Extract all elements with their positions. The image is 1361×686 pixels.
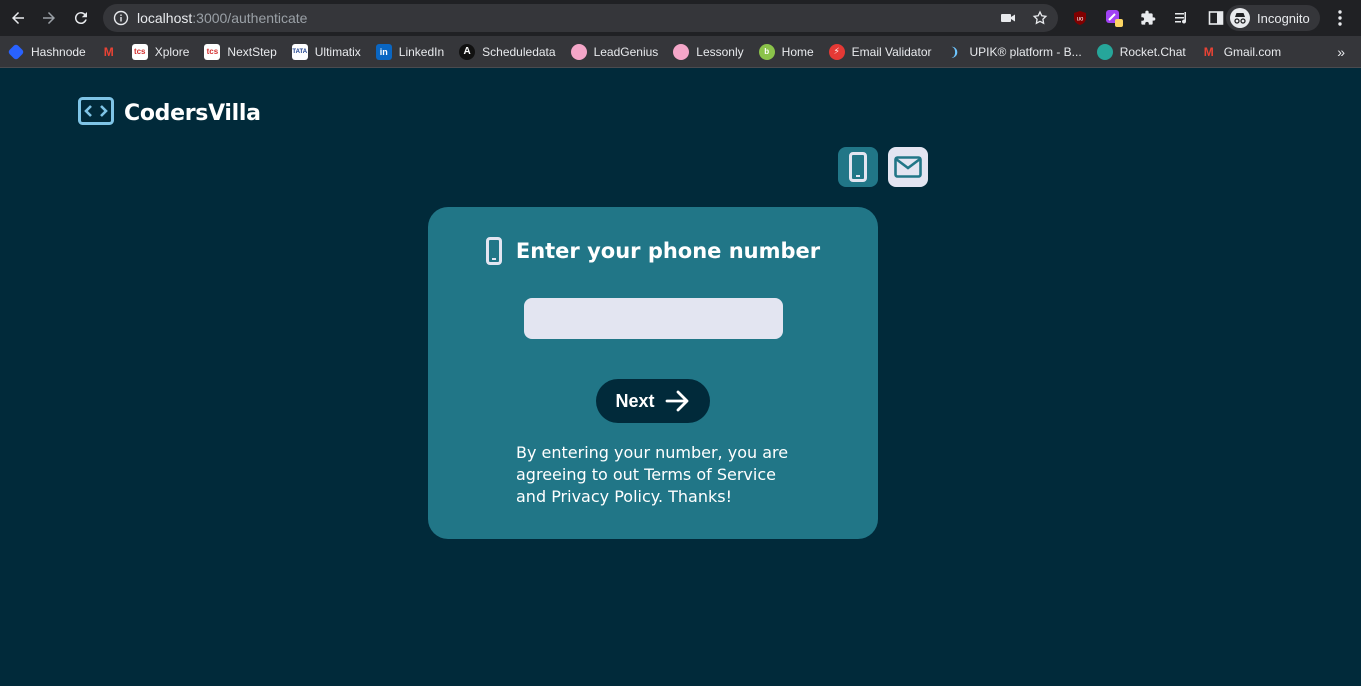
bookmark-label: Hashnode (31, 44, 86, 59)
more-bookmarks-button[interactable]: » (1337, 44, 1345, 60)
bookmark-label: Email Validator (851, 44, 932, 59)
svg-text:uo: uo (1077, 17, 1084, 23)
tata-icon: TATA (291, 43, 308, 60)
gmail-icon: M (1203, 44, 1214, 59)
envelope-icon (894, 156, 922, 178)
next-button-label: Next (615, 390, 655, 411)
brand-logo[interactable]: CodersVilla (78, 97, 261, 130)
bookmark-label: NextStep (227, 44, 277, 59)
bookmark-home[interactable]: b Home (758, 43, 814, 60)
home-icon: b (758, 43, 775, 60)
bookmark-xplore[interactable]: tcs Xplore (131, 43, 190, 60)
profile-label: Incognito (1257, 10, 1310, 26)
arrow-right-icon (43, 12, 55, 24)
bookmark-label: LinkedIn (398, 44, 445, 59)
bookmarks-bar: Hashnode M tcs Xplore tcs NextStep TATA … (0, 36, 1361, 68)
bookmark-label: Lessonly (696, 44, 744, 59)
reload-icon (74, 12, 87, 25)
media-queue-icon[interactable] (1170, 6, 1194, 30)
bookmark-label: UPIK® platform - B... (969, 44, 1082, 59)
color-picker-extension-icon[interactable] (1102, 6, 1126, 30)
phone-auth-card: Enter your phone number Next By entering… (428, 207, 878, 539)
gmail-icon: M (103, 44, 114, 59)
hashnode-icon (7, 43, 25, 60)
bookmark-label: Scheduledata (482, 44, 556, 59)
brain-icon (673, 43, 690, 60)
linkedin-icon: in (375, 43, 392, 60)
bolt-icon: ⚡ (828, 43, 845, 60)
forward-button[interactable] (37, 6, 61, 30)
brain-icon (570, 43, 587, 60)
bookmark-scheduledata[interactable]: A Scheduledata (459, 43, 556, 60)
bookmark-label: Gmail.com (1223, 44, 1282, 59)
url-host: localhost (137, 10, 193, 26)
bookmark-ultimatix[interactable]: TATA Ultimatix (291, 43, 361, 60)
next-button[interactable]: Next (596, 379, 710, 423)
bookmark-label: Ultimatix (314, 44, 361, 59)
smartphone-icon (485, 237, 502, 265)
bookmark-label: Rocket.Chat (1119, 44, 1186, 59)
bookmark-lessonly[interactable]: Lessonly (673, 43, 744, 60)
phone-number-input[interactable] (524, 298, 783, 339)
rocketchat-icon (1096, 43, 1113, 60)
reload-button[interactable] (69, 6, 93, 30)
brand-name: CodersVilla (124, 101, 261, 126)
site-info-icon[interactable] (113, 10, 129, 26)
terms-text: By entering your number, you are agreein… (516, 443, 789, 506)
page-content: CodersVilla Enter your phone number Next… (0, 69, 1361, 686)
bookmark-label: Home (781, 44, 814, 59)
arrow-left-icon (12, 12, 24, 24)
bookmark-gmail-com[interactable]: M Gmail.com (1201, 44, 1281, 60)
tcs-icon: tcs (204, 43, 221, 60)
bookmark-nextstep[interactable]: tcs NextStep (204, 43, 277, 60)
bookmark-email-validator[interactable]: ⚡ Email Validator (828, 43, 932, 60)
address-bar[interactable]: localhost:3000/authenticate (103, 4, 1058, 32)
tcs-icon: tcs (131, 43, 148, 60)
browser-toolbar: localhost:3000/authenticate uo Incognito (0, 0, 1361, 36)
bookmark-leadgenius[interactable]: LeadGenius (570, 43, 659, 60)
code-brackets-icon (78, 97, 114, 130)
url-text: localhost:3000/authenticate (137, 10, 307, 26)
scheduledata-icon: A (459, 43, 476, 60)
side-panel-icon[interactable] (1204, 6, 1228, 30)
card-title: Enter your phone number (515, 239, 821, 263)
arrow-right-icon (665, 390, 688, 412)
bookmark-rocketchat[interactable]: Rocket.Chat (1096, 43, 1186, 60)
phone-mode-button[interactable] (838, 147, 878, 187)
bookmark-label: Xplore (154, 44, 190, 59)
bookmark-upik[interactable]: ❩ UPIK® platform - B... (946, 44, 1081, 60)
url-path: :3000/authenticate (192, 10, 308, 26)
bookmark-gmail[interactable]: M (101, 44, 117, 60)
puzzle-extensions-icon[interactable] (1136, 6, 1160, 30)
ublock-extension-icon[interactable]: uo (1068, 6, 1092, 30)
smartphone-icon (849, 152, 867, 182)
incognito-icon (1230, 8, 1250, 28)
camera-blocked-icon[interactable] (998, 8, 1018, 28)
back-button[interactable] (6, 6, 30, 30)
bookmark-label: LeadGenius (593, 44, 659, 59)
profile-chip[interactable]: Incognito (1226, 5, 1320, 31)
card-header: Enter your phone number (428, 237, 878, 265)
bookmark-hashnode[interactable]: Hashnode (7, 43, 86, 60)
email-mode-button[interactable] (888, 147, 928, 187)
bookmark-linkedin[interactable]: in LinkedIn (375, 43, 445, 60)
bookmark-star-icon[interactable] (1030, 8, 1050, 28)
browser-menu-icon[interactable] (1330, 7, 1350, 29)
upik-icon: ❩ (949, 44, 960, 59)
